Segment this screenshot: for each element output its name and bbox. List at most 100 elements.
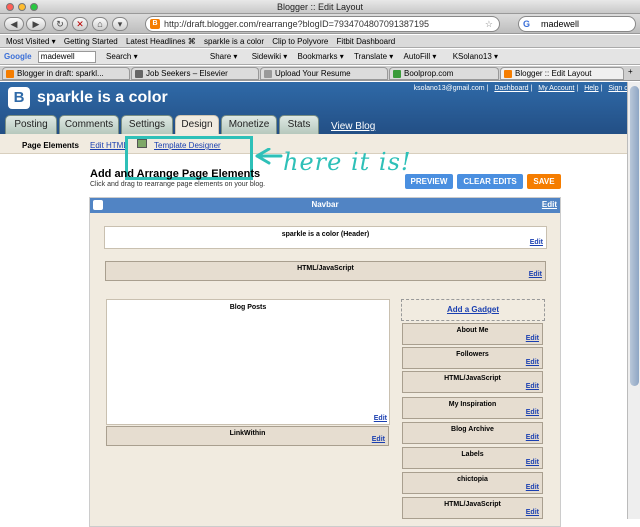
browser-tab[interactable]: Boolprop.com [389,67,499,80]
sidebar-widget[interactable]: My Inspiration Edit [402,397,543,419]
bookmark-item[interactable]: Fitbit Dashboard [337,37,396,46]
sidebar-widget[interactable]: HTML/JavaScript Edit [402,371,543,393]
add-gadget-link[interactable]: Add a Gadget [447,305,499,314]
edit-link[interactable]: Edit [526,484,539,491]
tab-design[interactable]: Design [175,115,219,134]
navbar-label: Navbar [311,200,339,209]
tab-label: Boolprop.com [404,69,454,78]
browser-tab-active[interactable]: Blogger :: Edit Layout [500,67,624,80]
save-button[interactable]: SAVE [527,174,561,189]
edit-link[interactable]: Edit [526,335,539,342]
zoom-window-icon[interactable] [30,3,38,11]
page-favicon-icon [393,70,401,78]
add-gadget-slot[interactable]: Add a Gadget [401,299,545,321]
edit-link[interactable]: Edit [372,436,385,443]
url-bar[interactable]: B http://draft.blogger.com/rearrange?blo… [145,16,500,32]
tab-monetize[interactable]: Monetize [221,115,277,134]
search-box[interactable]: G madewell [518,16,636,32]
stop-icon[interactable]: ✕ [72,17,88,31]
back-icon[interactable]: ◀ [4,17,24,31]
edit-link[interactable]: Edit [374,415,387,422]
toolbar-sidewiki[interactable]: Sidewiki ▾ [252,52,288,61]
toolbar-share[interactable]: Share ▾ [210,52,238,61]
toolbar-autofill[interactable]: AutoFill ▾ [404,52,437,61]
tab-settings[interactable]: Settings [121,115,173,134]
page-scrollbar[interactable] [627,82,640,519]
view-blog-link[interactable]: View Blog [331,121,375,132]
blogger-logo-icon[interactable]: B [8,87,30,109]
window-controls[interactable] [6,3,38,11]
blogger-header: B sparkle is a color ksolano13@gmail.com… [0,82,640,134]
tab-comments[interactable]: Comments [59,115,119,134]
dashboard-link[interactable]: Dashboard [494,85,528,92]
minimize-window-icon[interactable] [18,3,26,11]
tab-posting[interactable]: Posting [5,115,57,134]
toolbar-account[interactable]: KSolano13 ▾ [453,52,498,61]
bookmark-item[interactable]: Latest Headlines ⌘ [126,37,196,46]
bookmark-star-icon[interactable]: ☆ [485,17,493,31]
sidebar-widget[interactable]: Labels Edit [402,447,543,469]
browser-tab[interactable]: Blogger in draft: sparkl... [2,67,130,80]
annotation-text: here it is! [283,148,412,176]
edit-link[interactable]: Edit [526,509,539,516]
html-javascript-widget[interactable]: HTML/JavaScript Edit [105,261,546,281]
preview-button[interactable]: PREVIEW [405,174,453,189]
sidebar-widget[interactable]: chictopia Edit [402,472,543,494]
google-toolbar-input[interactable]: madewell [37,50,96,63]
widget-title: Labels [461,451,484,458]
blog-posts-title: Blog Posts [229,304,267,311]
page-favicon-icon [135,70,143,78]
google-logo: Google [4,52,32,61]
edit-link[interactable]: Edit [542,198,557,212]
browser-tab[interactable]: Job Seekers – Elsevier [131,67,259,80]
widget-title: My Inspiration [448,401,497,408]
edit-link[interactable]: Edit [526,434,539,441]
reload-icon[interactable]: ↻ [52,17,68,31]
new-tab-icon[interactable]: + [628,67,633,76]
widget-title: About Me [456,327,489,334]
sidebar-widget[interactable]: Followers Edit [402,347,543,369]
subtab-edit-html[interactable]: Edit HTML [90,141,128,150]
tab-label: Blogger in draft: sparkl... [17,69,104,78]
edit-link[interactable]: Edit [526,459,539,466]
page-subtitle: Click and drag to rearrange page element… [90,181,266,188]
sidebar-widget[interactable]: About Me Edit [402,323,543,345]
browser-tab[interactable]: Upload Your Resume [260,67,388,80]
my-account-link[interactable]: My Account [538,85,574,92]
toolbar-translate[interactable]: Translate ▾ [354,52,393,61]
blogger-icon [93,200,103,210]
clear-edits-button[interactable]: CLEAR EDITS [457,174,523,189]
forward-icon[interactable]: ▶ [26,17,46,31]
blog-name: sparkle is a color [37,89,168,106]
sidebar-widget[interactable]: HTML/JavaScript Edit [402,497,543,519]
widget-title: Blog Archive [451,426,494,433]
edit-link[interactable]: Edit [526,409,539,416]
widget-title: Followers [456,351,489,358]
subtab-page-elements[interactable]: Page Elements [22,141,79,150]
close-window-icon[interactable] [6,3,14,11]
help-link[interactable]: Help [584,85,598,92]
bookmark-item[interactable]: sparkle is a color [204,37,264,46]
toolbar-bookmarks[interactable]: Bookmarks ▾ [298,52,344,61]
layout-editor: Navbar Edit sparkle is a color (Header) … [89,197,561,527]
toolbar-search[interactable]: Search ▾ [106,52,138,61]
browser-tab-strip: Blogger in draft: sparkl... Job Seekers … [0,66,640,81]
edit-link[interactable]: Edit [526,359,539,366]
navbar-widget[interactable]: Navbar Edit [90,198,560,213]
search-input[interactable]: madewell [541,19,579,29]
edit-link[interactable]: Edit [526,383,539,390]
scrollbar-thumb[interactable] [630,86,639,386]
edit-link[interactable]: Edit [530,239,543,246]
tab-stats[interactable]: Stats [279,115,319,134]
bookmark-item[interactable]: Clip to Polyvore [272,37,328,46]
sidebar-widget[interactable]: Blog Archive Edit [402,422,543,444]
blog-posts-container: Blog Posts Edit [106,299,390,425]
download-icon[interactable]: ▾ [112,17,128,31]
bookmark-item[interactable]: Most Visited ▾ [6,37,56,46]
browser-navbar: ◀ ▶ ↻ ✕ ⌂ ▾ B http://draft.blogger.com/r… [0,14,640,34]
header-widget-title: sparkle is a color (Header) [281,231,370,238]
edit-link[interactable]: Edit [529,271,542,278]
bookmark-item[interactable]: Getting Started [64,37,118,46]
linkwithin-widget[interactable]: LinkWithin Edit [106,426,389,446]
home-icon[interactable]: ⌂ [92,17,108,31]
